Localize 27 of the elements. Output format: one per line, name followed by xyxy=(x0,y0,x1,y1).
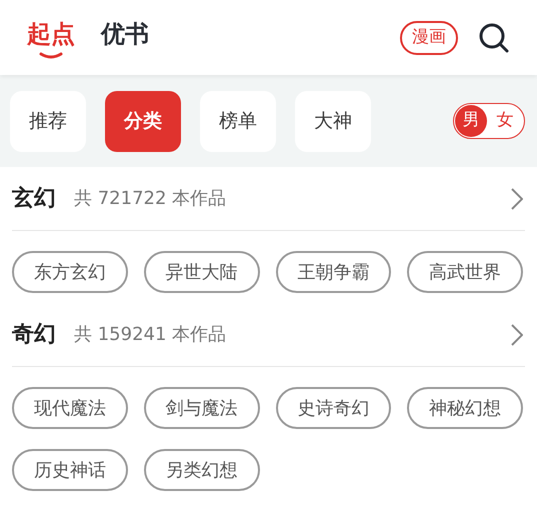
category-tab[interactable]: 分类 xyxy=(105,90,181,152)
genre-tag[interactable]: 史诗奇幻 xyxy=(276,387,392,429)
category-tab[interactable]: 大神 xyxy=(295,90,371,152)
genre-tag[interactable]: 剑与魔法 xyxy=(144,387,260,429)
top-tab[interactable]: 起点 xyxy=(27,14,75,62)
comic-button[interactable]: 漫画 xyxy=(400,20,458,54)
category-title: 奇幻 xyxy=(12,320,56,349)
genre-tag[interactable]: 另类幻想 xyxy=(144,449,260,491)
active-underline xyxy=(39,52,63,60)
gender-option[interactable]: 女 xyxy=(487,105,523,137)
genre-tag[interactable]: 异世大陆 xyxy=(144,251,260,293)
genre-tag[interactable]: 历史神话 xyxy=(12,449,128,491)
category-title: 玄幻 xyxy=(12,184,56,213)
chevron-right-icon[interactable] xyxy=(511,324,523,346)
category-tab[interactable]: 榜单 xyxy=(200,90,276,152)
work-count: 共 159241 本作品 xyxy=(74,323,226,347)
gender-option[interactable]: 男 xyxy=(455,105,487,137)
genre-tag[interactable]: 王朝争霸 xyxy=(276,251,392,293)
category-tab[interactable]: 推荐 xyxy=(10,90,86,152)
genre-tag[interactable]: 东方玄幻 xyxy=(12,251,128,293)
genre-tag[interactable]: 高武世界 xyxy=(407,251,523,293)
chevron-right-icon[interactable] xyxy=(511,188,523,210)
genre-tag[interactable]: 神秘幻想 xyxy=(407,387,523,429)
genre-tag[interactable]: 现代魔法 xyxy=(12,387,128,429)
search-icon[interactable] xyxy=(478,22,510,54)
top-tab[interactable]: 优书 xyxy=(101,14,149,62)
work-count: 共 721722 本作品 xyxy=(74,187,226,211)
